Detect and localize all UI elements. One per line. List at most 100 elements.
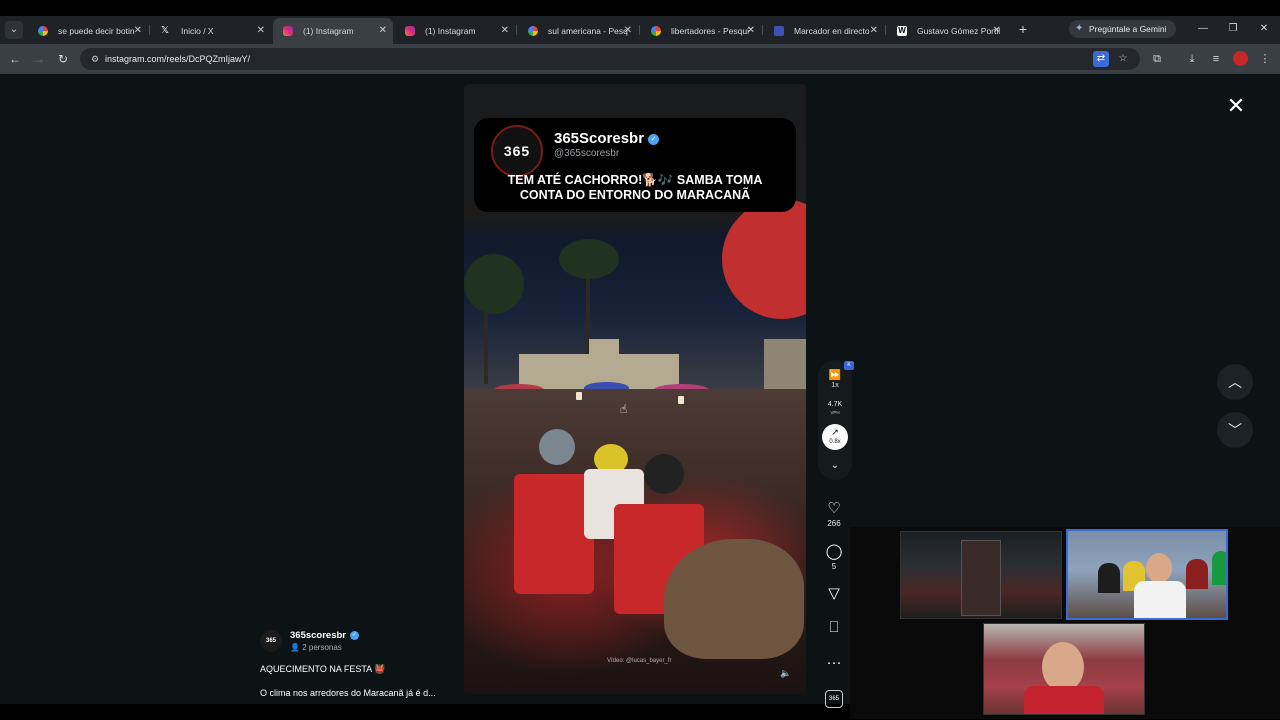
back-button[interactable]: ← bbox=[6, 50, 24, 68]
tab-title: se puede decir botin bbox=[58, 26, 135, 36]
forward-button[interactable]: → bbox=[30, 50, 48, 68]
window-close-button[interactable]: ✕ bbox=[1254, 20, 1274, 38]
collaborators-text[interactable]: 2 personas bbox=[302, 643, 342, 652]
caption-description[interactable]: O clima nos arredores do Maracanã já é d… bbox=[260, 688, 436, 698]
reload-button[interactable]: ↻ bbox=[54, 50, 72, 68]
reel-video[interactable]: 365 365Scoresbr ✓ @365scoresbr TEM ATÉ CA… bbox=[464, 84, 806, 694]
restore-button[interactable]: ❐ bbox=[1223, 20, 1243, 38]
red-umbrella bbox=[722, 199, 806, 319]
vph-value: 4.7K bbox=[827, 401, 843, 408]
close-icon[interactable]: ✕ bbox=[747, 18, 755, 44]
tab-separator bbox=[149, 25, 150, 35]
dog bbox=[664, 539, 804, 659]
previous-reel-button[interactable]: ︿ bbox=[1217, 364, 1253, 400]
translate-icon[interactable]: ⇄ bbox=[1093, 51, 1109, 67]
close-icon[interactable]: ✕ bbox=[379, 18, 387, 44]
account-username-text[interactable]: 365scoresbr bbox=[290, 630, 346, 641]
card-headline-line1: TEM ATÉ CACHORRO!🐕🎶 SAMBA TOMA bbox=[507, 173, 763, 187]
address-bar[interactable]: ⚙ instagram.com/reels/DcPQZmIjawY/ ⇄ ☆ bbox=[80, 48, 1140, 70]
tab-title: (1) Instagram bbox=[425, 26, 476, 36]
trend-button[interactable]: ↗ 0.8x bbox=[822, 424, 848, 450]
heart-icon[interactable]: ♡ bbox=[819, 500, 849, 518]
stream-overlay bbox=[850, 527, 1280, 719]
more-options-icon[interactable]: ··· bbox=[819, 654, 849, 672]
gemini-icon: ✦ bbox=[1075, 23, 1084, 34]
comment-action[interactable]: ◯ 5 bbox=[819, 543, 849, 573]
tab-google-sul-americana[interactable]: sul americana - Pesq ✕ bbox=[518, 18, 638, 44]
volume-icon[interactable]: 🔈 bbox=[780, 667, 792, 679]
brand-logo: 365 bbox=[491, 125, 543, 177]
google-icon bbox=[528, 26, 538, 36]
tab-strip: ⌄ se puede decir botin ✕ 𝕏 Inicio / X ✕ … bbox=[0, 16, 1280, 44]
tab-separator bbox=[885, 25, 886, 35]
account-avatar[interactable]: 365 bbox=[260, 630, 282, 652]
trend-multiplier: 0.8x bbox=[829, 439, 841, 445]
tab-google-libertadores[interactable]: libertadores - Pesqui ✕ bbox=[641, 18, 761, 44]
chevron-down-icon[interactable]: ⌄ bbox=[818, 460, 852, 471]
profile-avatar[interactable] bbox=[1233, 51, 1248, 66]
audio-thumbnail[interactable]: 365 bbox=[825, 690, 843, 708]
fan-head bbox=[539, 429, 575, 465]
save-action[interactable]: ⎕ bbox=[819, 619, 849, 637]
phone-light bbox=[576, 392, 582, 400]
instagram-icon bbox=[405, 26, 415, 36]
next-reel-button[interactable]: ﹀ bbox=[1217, 412, 1253, 448]
gemini-button[interactable]: ✦ Pregúntale a Gemini bbox=[1069, 20, 1176, 38]
close-icon[interactable]: ✕ bbox=[257, 18, 265, 44]
url-text[interactable]: instagram.com/reels/DcPQZmIjawY/ bbox=[105, 48, 250, 70]
minimize-button[interactable]: — bbox=[1193, 20, 1213, 38]
tab-title: Gustavo Gómez Portil bbox=[917, 26, 1001, 36]
bookmark-icon[interactable]: ⎕ bbox=[819, 619, 849, 637]
browser-window: ⌄ se puede decir botin ✕ 𝕏 Inicio / X ✕ … bbox=[0, 16, 1280, 719]
fast-forward-icon[interactable]: ⏩ bbox=[818, 370, 852, 381]
comment-icon[interactable]: ◯ bbox=[819, 543, 849, 561]
stadium-building bbox=[589, 339, 619, 359]
tab-search-button[interactable]: ⌄ bbox=[5, 21, 23, 39]
collaborators[interactable]: 👤 2 personas bbox=[290, 643, 342, 652]
brazil-flag bbox=[1212, 551, 1226, 585]
download-icon[interactable]: ⤓ bbox=[1183, 50, 1201, 68]
streamer-face bbox=[1146, 553, 1172, 583]
site-info-icon[interactable]: ⚙ bbox=[88, 52, 102, 66]
card-headline: TEM ATÉ CACHORRO!🐕🎶 SAMBA TOMA CONTA DO … bbox=[474, 173, 796, 203]
scoreboard-icon bbox=[774, 26, 784, 36]
browser-toolbar: ← → ↻ ⚙ instagram.com/reels/DcPQZmIjawY/… bbox=[0, 44, 1280, 74]
like-count: 266 bbox=[827, 519, 841, 528]
like-action[interactable]: ♡ 266 bbox=[819, 500, 849, 530]
tab-x-home[interactable]: 𝕏 Inicio / X ✕ bbox=[151, 18, 271, 44]
tab-title: (1) Instagram bbox=[303, 26, 354, 36]
google-icon bbox=[38, 26, 48, 36]
new-tab-button[interactable]: + bbox=[1014, 20, 1032, 38]
menu-icon[interactable]: ⋮ bbox=[1256, 50, 1274, 68]
webcam-closeup bbox=[983, 623, 1145, 715]
more-action[interactable]: ··· bbox=[819, 654, 849, 672]
tab-marcador[interactable]: Marcador en directo ✕ bbox=[764, 18, 884, 44]
share-icon[interactable]: ▽ bbox=[819, 585, 849, 603]
close-reel-icon[interactable]: ✕ bbox=[1224, 94, 1248, 118]
close-icon[interactable]: ✕ bbox=[624, 18, 632, 44]
close-icon[interactable]: ✕ bbox=[993, 18, 1001, 44]
caption-title: AQUECIMENTO NA FESTA 👹 bbox=[260, 664, 386, 674]
tab-wikipedia[interactable]: W Gustavo Gómez Portil ✕ bbox=[887, 18, 1007, 44]
webcam-room bbox=[1066, 529, 1228, 620]
card-account-name-text: 365Scoresbr bbox=[554, 130, 645, 147]
streamer-face bbox=[1042, 642, 1084, 692]
close-icon[interactable]: ✕ bbox=[870, 18, 878, 44]
person-icon: 👤 bbox=[290, 643, 300, 652]
account-username[interactable]: 365scoresbr ✓ bbox=[290, 630, 359, 641]
bookmark-star-icon[interactable]: ☆ bbox=[1115, 51, 1131, 67]
close-icon[interactable]: ✕ bbox=[134, 18, 142, 44]
playback-speed[interactable]: 1x bbox=[818, 382, 852, 389]
media-controls-icon[interactable]: ≡ bbox=[1207, 50, 1225, 68]
card-headline-line2: CONTA DO ENTORNO DO MARACANÃ bbox=[519, 188, 751, 202]
share-action[interactable]: ▽ bbox=[819, 585, 849, 603]
close-icon[interactable]: ✕ bbox=[501, 18, 509, 44]
tab-instagram-active[interactable]: (1) Instagram ✕ bbox=[273, 18, 393, 44]
hanging-jersey bbox=[1186, 559, 1208, 589]
tab-google-search[interactable]: se puede decir botin ✕ bbox=[28, 18, 148, 44]
tab-instagram[interactable]: (1) Instagram ✕ bbox=[395, 18, 515, 44]
fan-jersey bbox=[514, 474, 594, 594]
extensions-icon[interactable]: ⧉ bbox=[1148, 50, 1166, 68]
card-handle: @365scoresbr bbox=[554, 148, 620, 159]
card-account-name: 365Scoresbr ✓ bbox=[554, 130, 660, 147]
